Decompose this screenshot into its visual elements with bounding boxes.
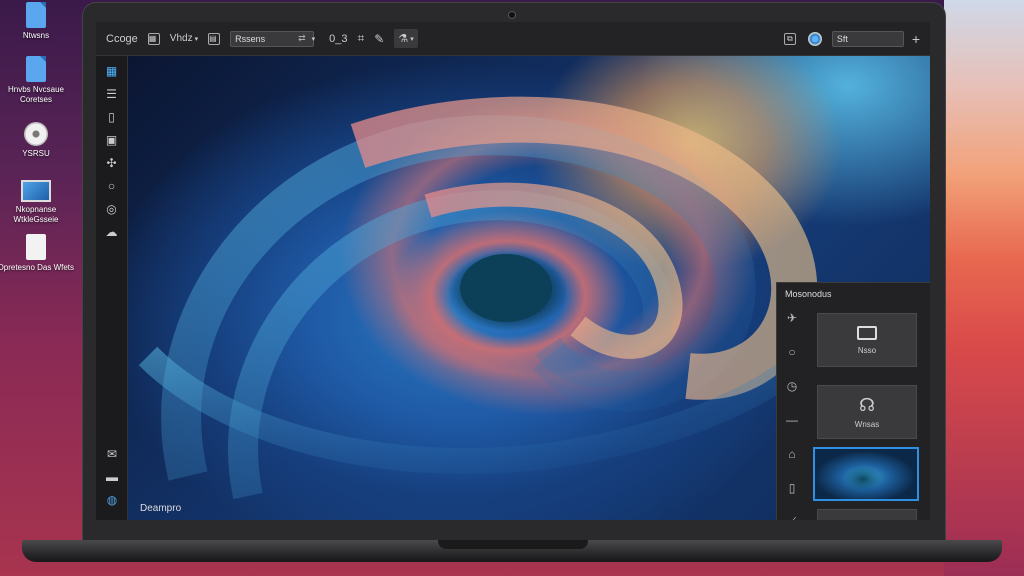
sliders-icon[interactable]: ☰ (105, 87, 119, 101)
grid-icon[interactable]: ▦ (147, 32, 160, 45)
document-icon (26, 234, 46, 260)
app-window: Ccoge ▦ Vhdz ▾ ▤ ⇄ ▾ 0_3 ⌗ ✎ ⚗ ▾ ⧉ + ▦ ☰… (96, 22, 930, 520)
thumbnail-label: Nsso (857, 345, 877, 355)
chevron-down-icon: ▾ (194, 35, 199, 43)
eyedropper-tool-button[interactable]: ⚗ ▾ (394, 29, 418, 48)
clock-icon[interactable]: ◷ (785, 379, 799, 393)
desktop-icon-file-1[interactable]: Ntwsns (0, 2, 76, 41)
side-panel: Mosonodus ✈ ○ ◷ — ⌂ ▯ ⟋ Nsso ☊ Wnsas (776, 282, 930, 520)
panel-rail: ✈ ○ ◷ — ⌂ ▯ ⟋ (777, 311, 807, 520)
desktop-wallpaper-right (944, 0, 1024, 576)
share-icon[interactable]: ⧉ (783, 32, 796, 45)
laptop-base (22, 540, 1002, 562)
thumbnail-2[interactable]: ☊ Wnsas (817, 385, 917, 439)
circle-icon[interactable]: ○ (105, 179, 119, 193)
toolbar-right: ⧉ + (783, 30, 920, 47)
search-field-wrap: ⇄ ▾ (230, 30, 316, 47)
pen-icon[interactable]: ⟋ (785, 515, 799, 520)
camera-icon (508, 11, 516, 19)
briefcase-icon (857, 325, 877, 340)
grid-icon[interactable]: ▦ (105, 64, 119, 78)
desktop-icon-label: Dpretesno Das Wfets (0, 263, 75, 272)
layers-icon[interactable]: ▯ (105, 110, 119, 124)
thumbnail-1[interactable]: Nsso (817, 313, 917, 367)
thumbnail-4[interactable] (817, 509, 917, 520)
quick-input[interactable] (831, 30, 904, 47)
thumbnail-3-selected[interactable] (813, 447, 919, 501)
folder-icon[interactable]: ▬ (105, 470, 119, 484)
desktop-icon-document[interactable]: Dpretesno Das Wfets (0, 234, 76, 273)
thumbnail-label: Wnsas (854, 420, 880, 429)
desktop-icon-file-2[interactable]: Hnvbs Nvcsaue Coretses (0, 56, 76, 105)
file-icon (26, 2, 46, 28)
phone-icon[interactable]: ▯ (785, 481, 799, 495)
plane-icon[interactable]: ✈ (785, 311, 799, 325)
globe-icon[interactable]: ◍ (105, 493, 119, 507)
chevron-down-icon[interactable]: ▾ (312, 35, 316, 43)
layout-icon[interactable]: ▤ (208, 32, 221, 45)
disc-icon (24, 122, 48, 146)
filter-icon[interactable]: ◎ (105, 202, 119, 216)
minus-icon[interactable]: — (785, 413, 799, 427)
chevron-down-icon: ▾ (410, 35, 414, 43)
frame-icon[interactable]: ▣ (105, 133, 119, 147)
monitor-icon (21, 180, 51, 202)
dome-icon[interactable]: ⌂ (785, 447, 799, 461)
view-label: Vhdz (169, 33, 193, 44)
avatar[interactable] (807, 31, 822, 46)
desktop-icon-label: Hnvbs Nvcsaue Coretses (7, 85, 65, 104)
desktop-icon-label: Ntwsns (22, 31, 50, 40)
desktop-icon-label: YSRSU (22, 149, 50, 158)
mail-icon[interactable]: ✉ (105, 447, 119, 461)
desktop-icon-disc[interactable]: YSRSU (0, 122, 76, 159)
crop-icon[interactable]: ⌗ (358, 31, 365, 46)
circle-icon[interactable]: ○ (785, 345, 799, 359)
brush-icon[interactable]: ✎ (374, 32, 384, 46)
desktop-icon-label: Nkopnanse WtkleGsseie (13, 205, 59, 224)
top-toolbar: Ccoge ▦ Vhdz ▾ ▤ ⇄ ▾ 0_3 ⌗ ✎ ⚗ ▾ ⧉ + (96, 22, 930, 56)
balloon-icon: ☊ (859, 395, 875, 415)
zoom-readout: 0_3 (329, 32, 348, 45)
panel-title: Mosonodus (785, 289, 832, 299)
canvas-label: Deampro (140, 503, 182, 514)
file-icon (26, 56, 46, 82)
add-icon[interactable]: + (912, 31, 920, 47)
shuffle-icon[interactable]: ⇄ (298, 33, 306, 44)
cloud-icon[interactable]: ☁ (105, 225, 119, 239)
desktop-icon-monitor[interactable]: Nkopnanse WtkleGsseie (0, 180, 76, 225)
laptop-notch (438, 540, 588, 549)
tool-rail: ▦ ☰ ▯ ▣ ✣ ○ ◎ ☁ ✉ ▬ ◍ (96, 56, 128, 520)
rail-bottom: ✉ ▬ ◍ (96, 447, 128, 516)
eyedropper-icon: ⚗ (398, 33, 409, 45)
app-menu[interactable]: Ccoge (106, 33, 138, 45)
view-dropdown[interactable]: Vhdz ▾ (170, 33, 198, 44)
adjust-icon[interactable]: ✣ (105, 156, 119, 170)
